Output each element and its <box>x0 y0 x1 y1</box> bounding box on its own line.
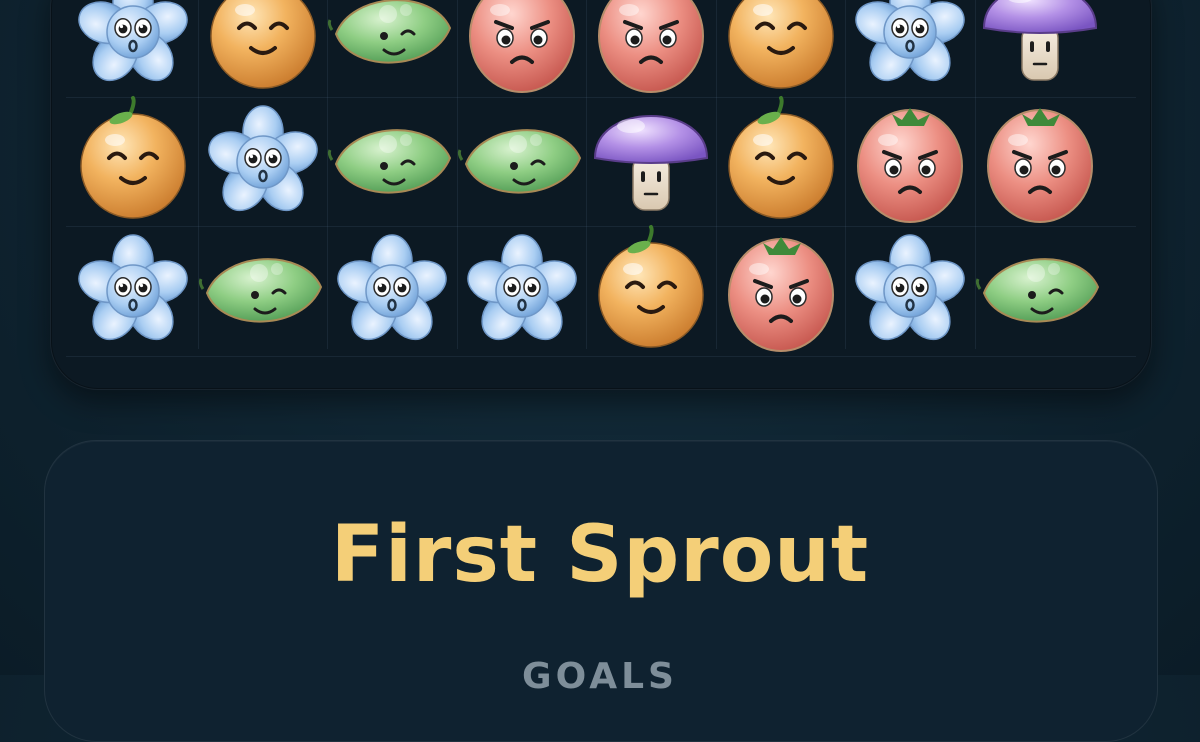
flower-icon <box>337 234 447 341</box>
tomato-icon <box>727 237 834 352</box>
leaf-piece[interactable] <box>975 226 1105 356</box>
orange-icon <box>727 95 834 219</box>
leaf-piece[interactable] <box>198 226 328 356</box>
leaf-icon <box>327 128 452 193</box>
mushroom-icon <box>982 0 1097 81</box>
orange-piece[interactable] <box>68 95 198 227</box>
flower-icon <box>466 234 577 341</box>
tomato-piece[interactable] <box>845 97 975 227</box>
orange-icon <box>80 95 186 219</box>
tomato-piece[interactable] <box>716 226 846 356</box>
flower-icon <box>207 104 318 211</box>
orange-icon <box>209 0 316 89</box>
mushroom-icon <box>593 114 709 211</box>
flower-piece[interactable] <box>198 97 328 227</box>
tomato-icon <box>986 107 1093 223</box>
orange-icon <box>727 0 834 89</box>
orange-piece[interactable] <box>586 225 716 356</box>
game-board <box>50 0 1152 390</box>
tomato-icon <box>468 0 575 93</box>
mushroom-piece[interactable] <box>586 97 716 227</box>
flower-piece[interactable] <box>845 226 975 356</box>
orange-piece[interactable] <box>716 0 846 97</box>
tomato-piece[interactable] <box>457 0 587 97</box>
flower-piece[interactable] <box>845 0 975 97</box>
flower-icon <box>78 0 188 82</box>
tomato-piece[interactable] <box>975 97 1105 227</box>
flower-icon <box>855 234 965 341</box>
leaf-piece[interactable] <box>327 0 457 97</box>
orange-piece[interactable] <box>198 0 328 97</box>
leaf-icon <box>327 0 452 64</box>
leaf-icon <box>457 128 581 193</box>
flower-piece[interactable] <box>327 226 457 356</box>
flower-icon <box>855 0 965 82</box>
tomato-icon <box>857 107 963 223</box>
flower-piece[interactable] <box>68 226 198 356</box>
leaf-piece[interactable] <box>327 97 457 227</box>
tomato-piece[interactable] <box>586 0 716 97</box>
leaf-piece[interactable] <box>457 97 587 227</box>
leaf-icon <box>975 258 1099 323</box>
mushroom-piece[interactable] <box>975 0 1105 97</box>
flower-piece[interactable] <box>457 226 587 356</box>
leaf-icon <box>198 258 322 323</box>
tomato-icon <box>598 0 704 93</box>
goals-label: GOALS <box>522 656 678 697</box>
orange-piece[interactable] <box>716 95 846 227</box>
level-title: First Sprout <box>330 510 870 600</box>
orange-icon <box>598 225 704 348</box>
flower-piece[interactable] <box>68 0 198 97</box>
flower-icon <box>78 234 188 341</box>
